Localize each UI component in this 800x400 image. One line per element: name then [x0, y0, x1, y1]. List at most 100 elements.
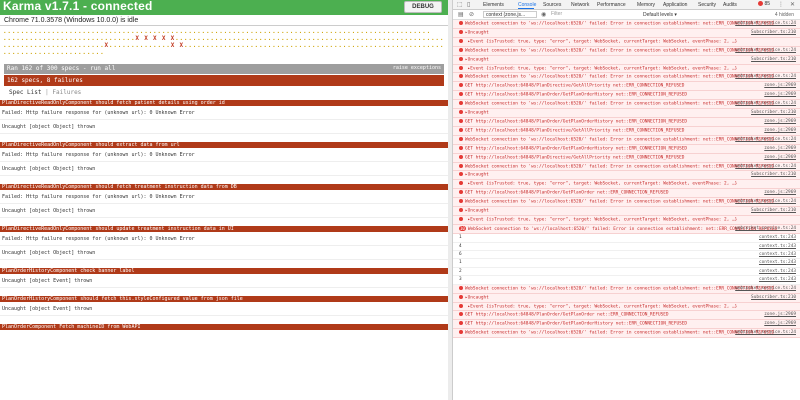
- console-log-row[interactable]: 2 context.ts:243: [453, 267, 800, 277]
- source-link[interactable]: websocket.service.ts:24: [735, 21, 796, 26]
- error-icon: [459, 118, 463, 123]
- console-output[interactable]: WebSocket connection to 'ws://localhost:…: [453, 20, 800, 398]
- eye-icon[interactable]: ◉: [541, 11, 546, 18]
- console-error-row[interactable]: ▸Uncaught Subscriber.ts:210: [453, 109, 800, 118]
- console-error-row[interactable]: ▸Uncaught Subscriber.ts:210: [453, 171, 800, 181]
- source-link[interactable]: websocket.service.ts:24: [735, 226, 796, 231]
- source-link[interactable]: websocket.service.ts:24: [735, 164, 796, 169]
- console-error-row[interactable]: GET http://localhost:64848/PlanOrder/Get…: [453, 117, 800, 127]
- console-error-row[interactable]: WebSocket connection to 'ws://localhost:…: [453, 73, 800, 83]
- console-error-row[interactable]: ▸Event {isTrusted: true, type: "error", …: [453, 180, 800, 190]
- source-link[interactable]: Subscriber.ts:210: [751, 208, 796, 213]
- source-link[interactable]: zone.js:2969: [764, 119, 796, 124]
- tab-sources[interactable]: Sources: [543, 2, 561, 8]
- more-options-icon[interactable]: ⋮: [778, 1, 784, 8]
- source-link[interactable]: websocket.service.ts:24: [735, 101, 796, 106]
- console-error-row[interactable]: WebSocket connection to 'ws://localhost:…: [453, 20, 800, 29]
- console-error-row[interactable]: ▸Uncaught Subscriber.ts:210: [453, 28, 800, 38]
- error-icon: [459, 216, 463, 221]
- source-link[interactable]: zone.js:2969: [764, 146, 796, 151]
- console-error-row[interactable]: WebSocket connection to 'ws://localhost:…: [453, 329, 800, 339]
- device-toggle-icon[interactable]: ▯: [467, 1, 470, 8]
- raise-exceptions-toggle[interactable]: raise exceptions: [393, 65, 441, 71]
- context-select[interactable]: context (zone.js...: [483, 11, 537, 18]
- console-log-row[interactable]: 1 context.ts:243: [453, 234, 800, 243]
- debug-button[interactable]: DEBUG: [404, 1, 442, 13]
- tab-elements[interactable]: Elements: [483, 2, 504, 8]
- source-link[interactable]: zone.js:2969: [764, 83, 796, 88]
- console-error-row[interactable]: WebSocket connection to 'ws://localhost:…: [453, 162, 800, 172]
- console-log-row[interactable]: 1 context.ts:243: [453, 259, 800, 268]
- tab-console[interactable]: Console: [518, 2, 536, 8]
- console-log-row[interactable]: 3 context.ts:243: [453, 276, 800, 285]
- source-link[interactable]: zone.js:2969: [764, 321, 796, 326]
- console-error-row[interactable]: 10 WebSocket connection to 'ws://localhos…: [453, 224, 800, 235]
- source-link[interactable]: context.ts:243: [759, 252, 796, 257]
- tab-application[interactable]: Application: [663, 2, 687, 8]
- dot-row: .......................: [3, 49, 445, 56]
- close-icon[interactable]: ✕: [790, 1, 795, 8]
- source-link[interactable]: context.ts:243: [759, 269, 796, 274]
- source-link[interactable]: Subscriber.ts:210: [751, 110, 796, 115]
- source-link[interactable]: websocket.service.ts:24: [735, 330, 796, 335]
- console-error-row[interactable]: GET http://localhost:64848/PlanOrder/Get…: [453, 91, 800, 101]
- console-error-row[interactable]: WebSocket connection to 'ws://localhost:…: [453, 100, 800, 110]
- inspect-icon[interactable]: ⬚: [457, 1, 463, 8]
- source-link[interactable]: zone.js:2969: [764, 190, 796, 195]
- source-link[interactable]: zone.js:2969: [764, 155, 796, 160]
- source-link[interactable]: context.ts:243: [759, 277, 796, 282]
- console-toolbar: ▤ ⊘ context (zone.js... ◉ Filter Default…: [453, 10, 800, 20]
- console-error-row[interactable]: ▸Uncaught Subscriber.ts:210: [453, 293, 800, 303]
- tab-security[interactable]: Security: [698, 2, 716, 8]
- console-error-row[interactable]: ▸Event {isTrusted: true, type: "error", …: [453, 215, 800, 225]
- console-error-row[interactable]: ▸Event {isTrusted: true, type: "error", …: [453, 64, 800, 74]
- console-log-row[interactable]: 6 context.ts:243: [453, 251, 800, 260]
- source-link[interactable]: websocket.service.ts:24: [735, 137, 796, 142]
- source-link[interactable]: websocket.service.ts:24: [735, 48, 796, 53]
- levels-dropdown[interactable]: Default levels ▾: [643, 12, 677, 18]
- sidebar-toggle-icon[interactable]: ▤: [458, 11, 464, 18]
- filter-input[interactable]: Filter: [551, 11, 631, 18]
- console-error-row[interactable]: WebSocket connection to 'ws://localhost:…: [453, 284, 800, 294]
- source-link[interactable]: zone.js:2969: [764, 128, 796, 133]
- source-link[interactable]: websocket.service.ts:24: [735, 74, 796, 79]
- source-link[interactable]: Subscriber.ts:210: [751, 295, 796, 300]
- console-error-row[interactable]: ▸Uncaught Subscriber.ts:210: [453, 55, 800, 65]
- ran-specs-link[interactable]: Ran 162 of 300 specs - run all: [7, 65, 115, 72]
- console-error-row[interactable]: GET http://localhost:64848/PlanOrder/Get…: [453, 311, 800, 321]
- source-link[interactable]: websocket.service.ts:24: [735, 199, 796, 204]
- console-error-row[interactable]: GET http://localhost:64848/PlanDirective…: [453, 82, 800, 92]
- console-error-row[interactable]: WebSocket connection to 'ws://localhost:…: [453, 46, 800, 56]
- source-link[interactable]: zone.js:2969: [764, 92, 796, 97]
- source-link[interactable]: zone.js:2969: [764, 312, 796, 317]
- source-link[interactable]: context.ts:243: [759, 260, 796, 265]
- tab-network[interactable]: Network: [571, 2, 589, 8]
- console-error-row[interactable]: GET http://localhost:64848/PlanDirective…: [453, 153, 800, 163]
- console-message: ▸Uncaught: [465, 208, 489, 214]
- source-link[interactable]: websocket.service.ts:24: [735, 286, 796, 291]
- tab-failures[interactable]: Failures: [52, 89, 81, 96]
- tab-memory[interactable]: Memory: [637, 2, 655, 8]
- console-error-row[interactable]: GET http://localhost:64848/PlanOrder/Get…: [453, 189, 800, 199]
- source-link[interactable]: Subscriber.ts:210: [751, 172, 796, 177]
- source-link[interactable]: context.ts:243: [759, 235, 796, 240]
- run-summary-bar: Ran 162 of 300 specs - run all raise exc…: [4, 64, 444, 74]
- source-link[interactable]: Subscriber.ts:210: [751, 57, 796, 62]
- error-count-badge[interactable]: 85: [758, 1, 770, 7]
- tab-performance[interactable]: Performance: [597, 2, 626, 8]
- tab-spec-list[interactable]: Spec List: [9, 89, 42, 96]
- console-error-row[interactable]: WebSocket connection to 'ws://localhost:…: [453, 198, 800, 208]
- console-log-row[interactable]: 4 context.ts:243: [453, 242, 800, 252]
- console-error-row[interactable]: GET http://localhost:64848/PlanDirective…: [453, 126, 800, 136]
- console-error-row[interactable]: ▸Event {isTrusted: true, type: "error", …: [453, 37, 800, 47]
- console-error-row[interactable]: ▸Event {isTrusted: true, type: "error", …: [453, 302, 800, 312]
- tab-audits[interactable]: Audits: [723, 2, 737, 8]
- source-link[interactable]: context.ts:243: [759, 244, 796, 249]
- console-error-row[interactable]: GET http://localhost:64848/PlanOrder/Get…: [453, 320, 800, 330]
- console-error-row[interactable]: GET http://localhost:64848/PlanOrder/Get…: [453, 144, 800, 154]
- clear-console-icon[interactable]: ⊘: [469, 11, 474, 18]
- console-message: 4: [459, 243, 462, 249]
- console-error-row[interactable]: WebSocket connection to 'ws://localhost:…: [453, 135, 800, 145]
- console-error-row[interactable]: ▸Uncaught Subscriber.ts:210: [453, 207, 800, 216]
- source-link[interactable]: Subscriber.ts:210: [751, 30, 796, 35]
